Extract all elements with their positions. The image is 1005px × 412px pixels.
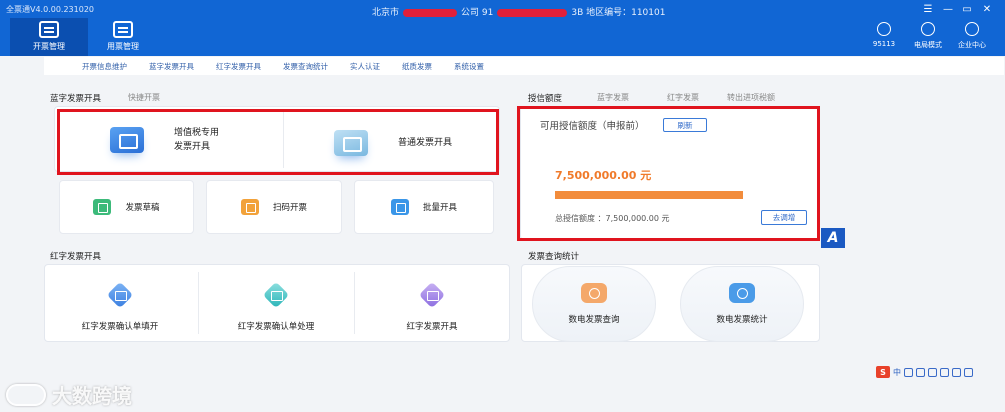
batch-icon [390, 199, 409, 215]
qr-scan-icon [240, 199, 259, 215]
divider [354, 272, 355, 334]
confirm-fill-icon [106, 284, 134, 308]
company-suffix: 3B 地区编号：110101 [571, 8, 666, 18]
red-confirm-process-button[interactable]: 红字发票确认单处理 [220, 284, 332, 332]
close-button[interactable]: ✕ [978, 2, 996, 16]
submenu-item[interactable]: 开票信息维护 [82, 61, 127, 72]
bureau-mode-label: 电局模式 [914, 41, 942, 49]
redaction-mark [403, 8, 458, 17]
blue-invoice-tab[interactable]: 蓝字发票 [597, 92, 629, 103]
tab-invoice-usage[interactable]: 用票管理 [84, 18, 162, 56]
submenu-item[interactable]: 蓝字发票开具 [149, 61, 194, 72]
tab-label: 用票管理 [107, 42, 139, 51]
company-mid: 公司 91 [461, 8, 494, 18]
menu-icon[interactable]: ☰ [919, 2, 937, 16]
minimize-button[interactable]: — [939, 2, 957, 16]
watermark-text: 大数跨境 [52, 384, 132, 408]
confirm-process-icon [262, 284, 290, 308]
punctuation-icon [904, 367, 913, 377]
ime-toolbar[interactable]: S 中 [876, 366, 973, 378]
ime-lang: 中 [893, 367, 901, 377]
query-title: 发票查询统计 [528, 252, 580, 262]
invoice-management-icon [39, 21, 59, 38]
enterprise-center-label: 企业中心 [958, 41, 986, 49]
emoji-icon [916, 367, 925, 377]
draft-icon [93, 199, 112, 215]
invoice-usage-icon [113, 21, 133, 38]
bar-chart-icon [729, 283, 755, 303]
credit-tab[interactable]: 授信额度 [528, 92, 562, 104]
highlight-box [517, 106, 820, 241]
bureau-mode-button[interactable]: 电局模式 [910, 22, 946, 50]
red-invoice-icon [418, 284, 446, 308]
app-version: 全票通V4.0.00.231020 [6, 5, 94, 14]
message-icon [921, 22, 935, 36]
submenu-item[interactable]: 发票查询统计 [283, 61, 328, 72]
sogou-logo-icon: S [876, 366, 890, 378]
scan-invoice-button[interactable]: 扫码开票 [206, 180, 342, 234]
side-badge: A [821, 228, 845, 248]
hotline-button[interactable]: 95113 [866, 22, 902, 48]
invoice-query-button[interactable]: 数电发票查询 [532, 266, 656, 342]
user-icon [965, 22, 979, 36]
watermark-logo-icon [6, 383, 46, 406]
submenu-item[interactable]: 红字发票开具 [216, 61, 261, 72]
draft-invoice-button[interactable]: 发票草稿 [59, 180, 194, 234]
phone-icon [877, 22, 891, 36]
query-label: 数电发票查询 [568, 315, 620, 325]
red-confirm-fill-button[interactable]: 红字发票确认单填开 [64, 284, 176, 332]
blue-invoice-title: 蓝字发票开具 [50, 94, 102, 104]
item-label: 红字发票开具 [406, 322, 458, 332]
redaction-mark [497, 8, 568, 17]
highlight-box [57, 109, 499, 175]
transfer-tax-tab[interactable]: 转出进项税额 [727, 92, 775, 103]
clothes-icon [952, 367, 961, 377]
hotline-label: 95113 [872, 40, 896, 48]
invoice-stats-button[interactable]: 数电发票统计 [680, 266, 804, 342]
mic-icon [928, 367, 937, 377]
submenu-item[interactable]: 纸质发票 [402, 61, 432, 72]
sub-menu: 开票信息维护 蓝字发票开具 红字发票开具 发票查询统计 实人认证 纸质发票 系统… [44, 57, 1004, 75]
company-prefix: 北京市 [372, 8, 400, 18]
red-invoice-title: 红字发票开具 [50, 252, 102, 262]
batch-invoice-button[interactable]: 批量开具 [354, 180, 494, 234]
invoice-search-icon [581, 283, 607, 303]
submenu-item[interactable]: 实人认证 [350, 61, 380, 72]
red-invoice-tab[interactable]: 红字发票 [667, 92, 699, 103]
enterprise-center-button[interactable]: 企业中心 [954, 22, 990, 50]
item-label: 红字发票确认单处理 [237, 322, 315, 332]
item-label: 红字发票确认单填开 [81, 322, 159, 332]
red-invoice-issue-button[interactable]: 红字发票开具 [376, 284, 488, 332]
watermark: 大数跨境 [6, 380, 132, 409]
divider [198, 272, 199, 334]
keyboard-icon [940, 367, 949, 377]
stats-label: 数电发票统计 [716, 315, 768, 325]
grid-icon [964, 367, 973, 377]
submenu-item[interactable]: 系统设置 [454, 61, 484, 72]
tab-label: 开票管理 [33, 42, 65, 51]
maximize-button[interactable]: ▭ [958, 2, 976, 16]
draft-label: 发票草稿 [125, 203, 160, 213]
quick-invoice-tab[interactable]: 快捷开票 [128, 92, 160, 103]
title-bar: 全票通V4.0.00.231020 北京市 公司 91 3B 地区编号：110101… [0, 0, 1005, 56]
scan-label: 扫码开票 [272, 203, 307, 213]
batch-label: 批量开具 [422, 203, 457, 213]
company-info: 北京市 公司 91 3B 地区编号：110101 [372, 5, 665, 18]
tab-invoice-management[interactable]: 开票管理 [10, 18, 88, 56]
